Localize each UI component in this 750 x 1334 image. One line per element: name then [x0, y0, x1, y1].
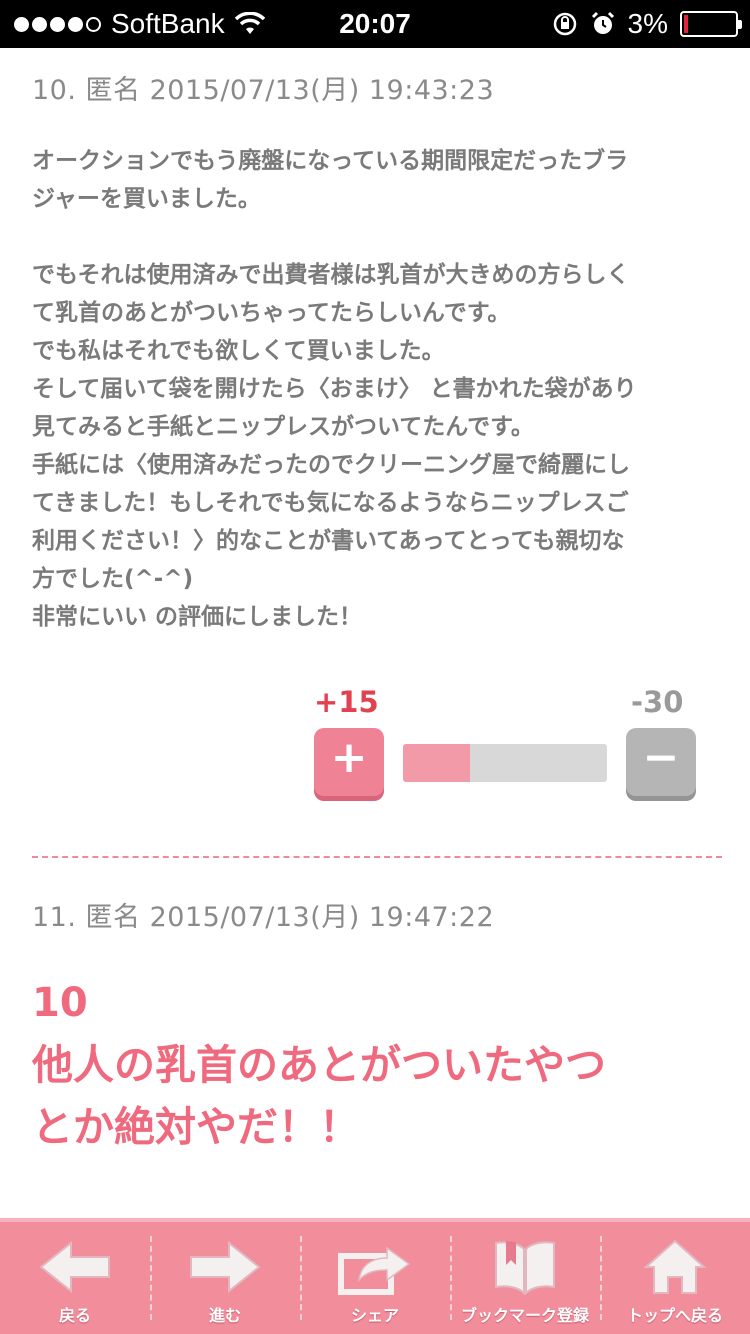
- share-button[interactable]: シェア: [300, 1222, 450, 1334]
- bottom-toolbar: 戻る 進む シェア ブックマーク登録 トップへ戻る: [0, 1218, 750, 1334]
- share-label: シェア: [350, 1306, 399, 1325]
- reply-anchor-link[interactable]: 10: [32, 972, 722, 1034]
- forward-button[interactable]: 進む: [150, 1222, 300, 1334]
- vote-ratio-bar: [403, 744, 607, 782]
- battery-percentage: 3%: [627, 8, 668, 39]
- post-divider: [32, 856, 722, 858]
- back-arrow-icon: [39, 1240, 110, 1294]
- battery-icon: [680, 11, 742, 37]
- status-bar: SoftBank 20:07 3%: [0, 0, 750, 48]
- back-button[interactable]: 戻る: [0, 1222, 150, 1334]
- plus-count: +15: [314, 685, 379, 719]
- post-meta: 11. 匿名 2015/07/13(月) 19:47:22: [32, 902, 495, 933]
- plus-vote-button[interactable]: +: [314, 728, 384, 796]
- forward-label: 進む: [208, 1306, 241, 1325]
- comment-post: 11. 匿名 2015/07/13(月) 19:47:22: [32, 895, 722, 934]
- rotation-lock-icon: [553, 12, 576, 36]
- bookmark-book-icon: [495, 1241, 555, 1296]
- post-meta: 10. 匿名 2015/07/13(月) 19:43:23: [32, 75, 495, 106]
- bookmark-button[interactable]: ブックマーク登録: [450, 1222, 600, 1334]
- reply-text-line: 他人の乳首のあとがついたやつ: [32, 1041, 606, 1089]
- minus-vote-button[interactable]: −: [626, 728, 696, 796]
- share-icon: [338, 1246, 411, 1295]
- home-icon: [643, 1239, 707, 1294]
- home-label: トップへ戻る: [626, 1306, 723, 1325]
- minus-count: -30: [631, 685, 684, 719]
- comment-post: 10. 匿名 2015/07/13(月) 19:43:23: [32, 68, 722, 107]
- home-button[interactable]: トップへ戻る: [600, 1222, 750, 1334]
- post-body-container: オークションでもう廃盤になっている期間限定だったブラ ジャーを買いました。 でも…: [32, 142, 722, 636]
- back-label: 戻る: [58, 1306, 91, 1325]
- reply-body: 10 他人の乳首のあとがついたやつ とか絶対やだ！！: [32, 972, 722, 1158]
- post-body: オークションでもう廃盤になっている期間限定だったブラ ジャーを買いました。 でも…: [32, 148, 637, 630]
- vote-ratio-fill: [403, 744, 471, 782]
- forward-arrow-icon: [190, 1240, 261, 1294]
- bookmark-label: ブックマーク登録: [460, 1306, 589, 1325]
- reply-text-line: とか絶対やだ！！: [32, 1103, 360, 1151]
- alarm-icon: [591, 11, 614, 34]
